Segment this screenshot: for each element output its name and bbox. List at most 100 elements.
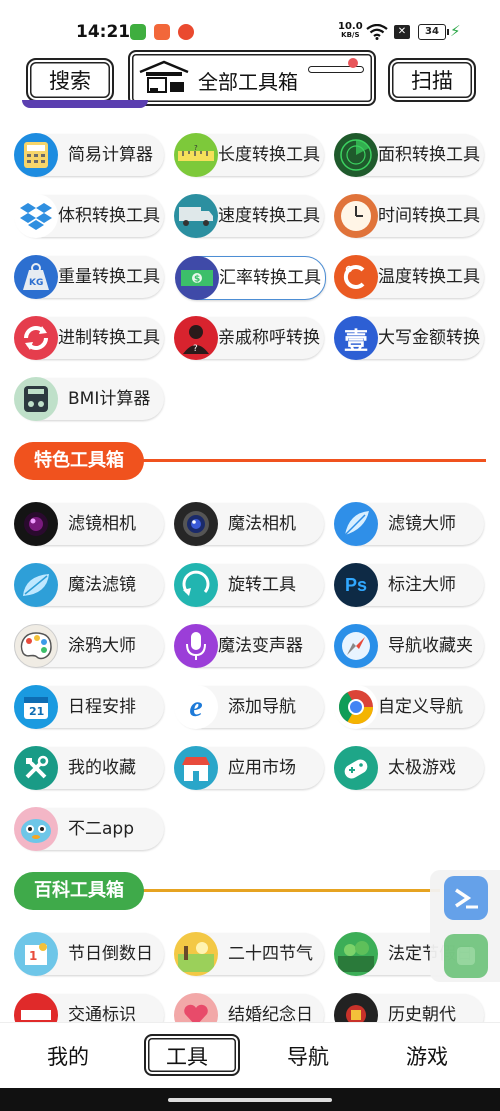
svg-text:1: 1 <box>29 949 37 963</box>
tool-item-calculator[interactable]: 简易计算器 <box>14 133 164 177</box>
page-title: 全部工具箱 <box>198 70 298 94</box>
tool-label: 亲戚称呼转换 <box>218 328 320 348</box>
terminal-button[interactable] <box>444 876 488 920</box>
tool-item-currency[interactable]: $ 汇率转换工具 <box>175 256 326 300</box>
tool-item-custom-nav[interactable]: 自定义导航 <box>334 685 484 729</box>
sun-decoration-icon <box>348 58 358 68</box>
tool-label: 应用市场 <box>228 758 296 778</box>
scan-button-label: 扫描 <box>411 69 453 93</box>
nav-item-games[interactable]: 游戏 <box>406 1041 448 1071</box>
search-button[interactable]: 搜索 <box>26 58 114 102</box>
scan-button[interactable]: 扫描 <box>388 58 476 102</box>
rotate-icon <box>174 563 218 607</box>
network-speed: 10.0 KB/S <box>338 22 363 40</box>
tool-item-solar-terms[interactable]: 二十四节气 <box>174 932 324 976</box>
tool-item-time[interactable]: 时间转换工具 <box>334 194 484 238</box>
tool-label: 面积转换工具 <box>378 145 480 165</box>
tool-label: 简易计算器 <box>68 145 153 165</box>
tool-item-speed[interactable]: 速度转换工具 <box>174 194 324 238</box>
tool-label: 二十四节气 <box>228 944 313 964</box>
svg-text:KG: KG <box>29 278 43 288</box>
tool-item-annotate[interactable]: Ps 标注大师 <box>334 563 484 607</box>
person-icon: ? <box>174 316 218 360</box>
dropbox-icon <box>14 194 58 238</box>
tool-label: 不二app <box>68 819 134 839</box>
no-sim-icon: ✕ <box>394 25 410 39</box>
tool-label: 汇率转换工具 <box>219 268 321 288</box>
money-icon: $ <box>175 256 219 300</box>
tool-label: 长度转换工具 <box>218 145 320 165</box>
tool-item-volume[interactable]: 体积转换工具 <box>14 194 164 238</box>
chrome-icon <box>334 685 378 729</box>
ruler-icon: ? <box>174 133 218 177</box>
tool-label: 速度转换工具 <box>218 206 320 226</box>
nav-item-tools[interactable]: 工具 <box>166 1041 208 1071</box>
nav-item-navigation[interactable]: 导航 <box>287 1041 329 1071</box>
nav-item-mine[interactable]: 我的 <box>47 1041 89 1071</box>
tool-item-filter-camera[interactable]: 滤镜相机 <box>14 502 164 546</box>
home-handle[interactable] <box>168 1098 332 1102</box>
scroll-indicator <box>22 100 148 108</box>
calculator-icon <box>14 133 58 177</box>
tool-label: 体积转换工具 <box>58 206 160 226</box>
search-button-label: 搜索 <box>49 69 91 93</box>
leaf-icon <box>14 563 58 607</box>
truck-icon <box>174 194 218 238</box>
tool-item-filter-master[interactable]: 滤镜大师 <box>334 502 484 546</box>
svg-text:$: $ <box>194 275 200 285</box>
section-divider <box>140 889 440 892</box>
holiday-icon <box>334 932 378 976</box>
tool-item-app-market[interactable]: 应用市场 <box>174 746 324 790</box>
app-icon <box>457 947 475 965</box>
tool-label: 节日倒数日 <box>68 944 153 964</box>
tool-item-nav-favorites[interactable]: 导航收藏夹 <box>334 624 484 668</box>
scale-icon <box>14 377 58 421</box>
tool-item-my-favorites[interactable]: 我的收藏 <box>14 746 164 790</box>
clock-icon <box>334 194 378 238</box>
floating-action-button[interactable] <box>444 934 488 978</box>
tool-item-rotate[interactable]: 旋转工具 <box>174 563 324 607</box>
tool-item-add-nav[interactable]: e 添加导航 <box>174 685 324 729</box>
wifi-icon <box>366 24 388 40</box>
mascot-icon <box>14 807 58 851</box>
tool-item-temperature[interactable]: 温度转换工具 <box>334 255 484 299</box>
tool-label: 旋转工具 <box>228 575 296 595</box>
camera-lens-icon <box>14 502 58 546</box>
camera-icon <box>174 502 218 546</box>
festival-icon: 1 <box>14 932 58 976</box>
section-title-encyclopedia: 百科工具箱 <box>14 872 144 910</box>
tool-item-area[interactable]: 面积转换工具 <box>334 133 484 177</box>
compass-icon <box>334 624 378 668</box>
status-bar: 14:21 10.0 KB/S ✕ 34 ⚡ <box>0 0 500 56</box>
tools-icon <box>14 746 58 790</box>
tool-label: 魔法滤镜 <box>68 575 136 595</box>
network-speed-unit: KB/S <box>341 31 360 39</box>
tool-item-magic-camera[interactable]: 魔法相机 <box>174 502 324 546</box>
svg-text:21: 21 <box>29 705 44 718</box>
tool-item-doodle[interactable]: 涂鸦大师 <box>14 624 164 668</box>
gamepad-icon <box>334 746 378 790</box>
tool-label: 温度转换工具 <box>378 267 480 287</box>
page-title-banner: 全部工具箱 <box>128 50 376 106</box>
tool-item-magic-filter[interactable]: 魔法滤镜 <box>14 563 164 607</box>
tool-item-voice-changer[interactable]: 魔法变声器 <box>174 624 324 668</box>
feather-icon <box>334 502 378 546</box>
tool-item-weight[interactable]: KG 重量转换工具 <box>14 255 164 299</box>
tool-item-length[interactable]: ? 长度转换工具 <box>174 133 324 177</box>
tool-item-taiji-game[interactable]: 太极游戏 <box>334 746 484 790</box>
tool-label: 进制转换工具 <box>58 328 160 348</box>
store-icon <box>174 746 218 790</box>
tool-item-buer-app[interactable]: 不二app <box>14 807 164 851</box>
tool-item-uppercase-amount[interactable]: 壹 大写金额转换 <box>334 316 484 360</box>
tool-item-festival-countdown[interactable]: 1 节日倒数日 <box>14 932 164 976</box>
tool-item-base-convert[interactable]: 进制转换工具 <box>14 316 164 360</box>
tool-label: 涂鸦大师 <box>68 636 136 656</box>
terminal-icon <box>455 888 478 909</box>
tool-item-schedule[interactable]: 21 日程安排 <box>14 685 164 729</box>
tool-item-bmi[interactable]: BMI计算器 <box>14 377 164 421</box>
microphone-icon <box>174 624 218 668</box>
refresh-icon <box>14 316 58 360</box>
photoshop-icon: Ps <box>334 563 378 607</box>
game-notification-icon <box>178 24 194 40</box>
tool-item-relatives[interactable]: ? 亲戚称呼转换 <box>174 316 324 360</box>
